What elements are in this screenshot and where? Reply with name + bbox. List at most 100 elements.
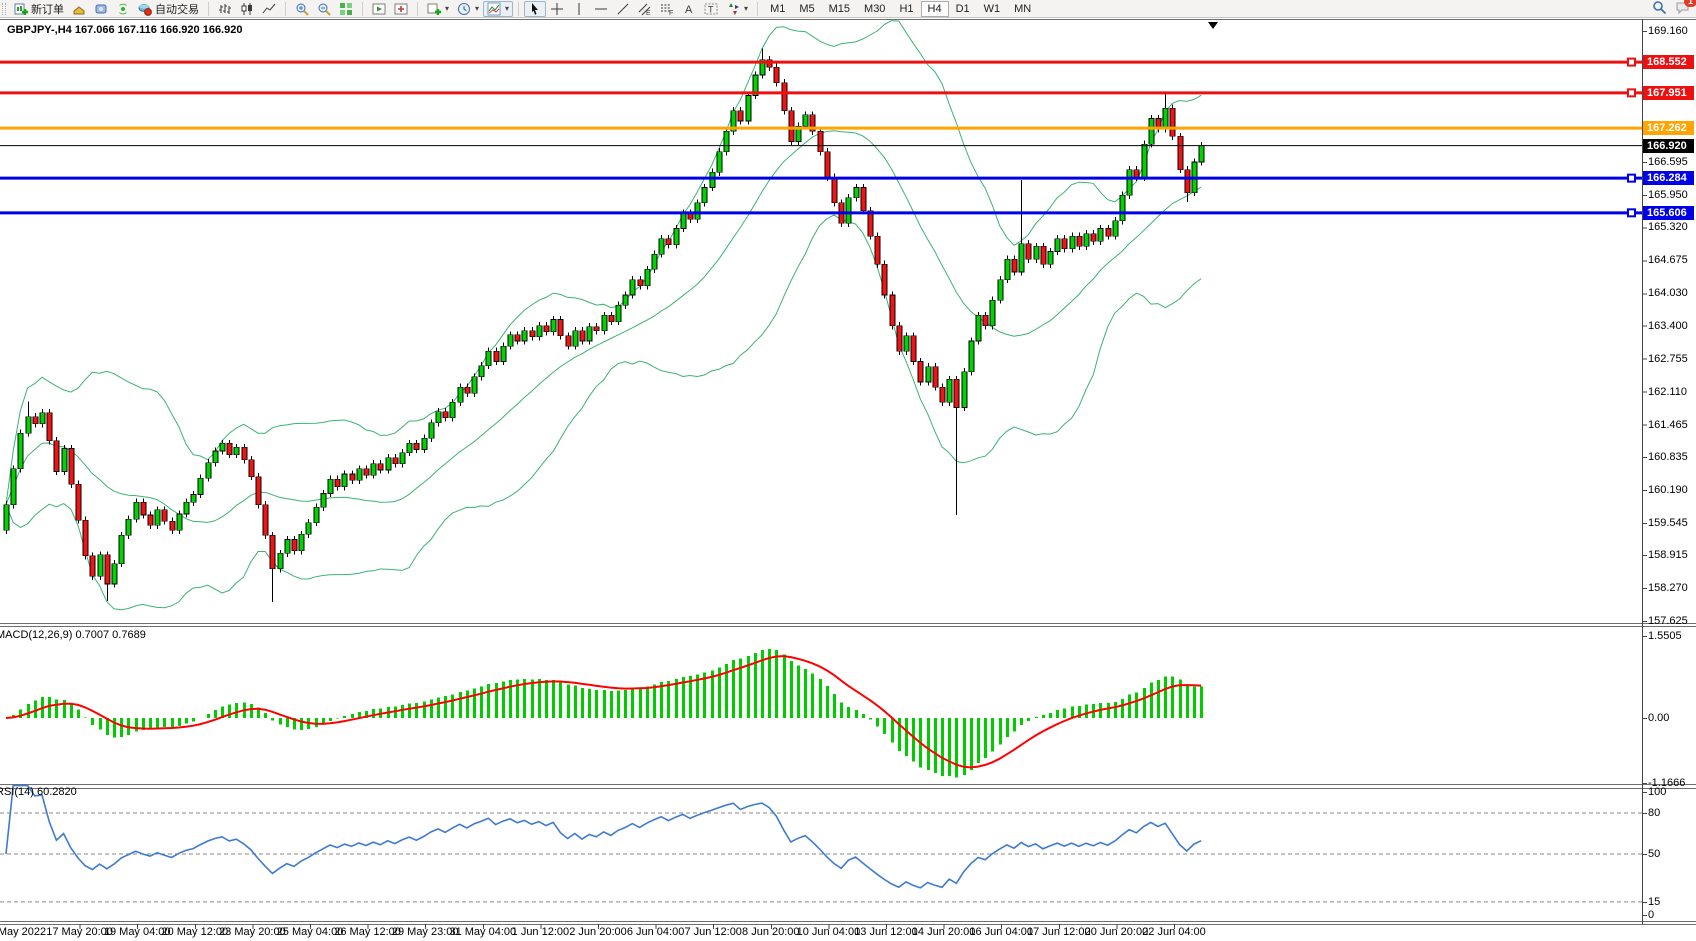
current-price-label: 166.920	[1643, 139, 1694, 153]
trendline-button[interactable]	[612, 1, 634, 17]
svg-text:F: F	[669, 10, 673, 16]
level-line-marker[interactable]	[1628, 89, 1635, 96]
tile-windows-button[interactable]	[335, 1, 357, 17]
zoom-out-button[interactable]	[313, 1, 335, 17]
new-order-button[interactable]: 新订单	[10, 1, 68, 17]
timeframe-m5-button[interactable]: M5	[792, 1, 821, 17]
price-axis-tick: 162.110	[1648, 386, 1696, 399]
arrows-button[interactable]: ▾	[722, 1, 752, 17]
level-line-marker[interactable]	[1628, 59, 1635, 66]
signals-button[interactable]	[112, 1, 134, 17]
toolbar-separator	[518, 2, 519, 16]
price-axis-tick: 160.190	[1648, 484, 1696, 497]
price-axis-tick: 162.755	[1648, 353, 1696, 366]
auto-trading-button-label: 自动交易	[155, 1, 199, 17]
price-axis-tick: 157.625	[1648, 615, 1696, 628]
candlestick-chart-button[interactable]	[236, 1, 258, 17]
bar-chart-button[interactable]	[214, 1, 236, 17]
chevron-down-icon: ▾	[445, 4, 449, 13]
search-icon[interactable]	[1652, 0, 1667, 18]
market-icon	[94, 2, 108, 16]
auto-trading-button[interactable]: 自动交易	[134, 1, 203, 17]
vertical-line-button[interactable]	[568, 1, 590, 17]
level-line-marker[interactable]	[1628, 175, 1635, 182]
horizontal-line-icon	[594, 2, 608, 16]
price-axis-tick: 166.595	[1648, 156, 1696, 169]
add-chart-button[interactable]	[390, 1, 412, 17]
cursor-button[interactable]	[524, 1, 546, 17]
candlestick-chart-icon	[240, 2, 254, 16]
new-chart-button[interactable]: ▾	[423, 1, 453, 17]
profiles-button[interactable]	[68, 1, 90, 17]
macd-histogram	[7, 649, 1202, 778]
timeframe-w1-button[interactable]: W1	[977, 1, 1008, 17]
chart-window[interactable]: 168.515167.870167.225169.160166.595165.9…	[0, 19, 1696, 941]
toolbar-separator	[208, 2, 209, 16]
level-price-label: 165.606	[1643, 206, 1694, 220]
channel-icon: E	[638, 2, 652, 16]
fibonacci-button[interactable]: F	[656, 1, 678, 17]
price-axis-tick: 164.030	[1648, 287, 1696, 300]
level-price-label: 167.262	[1643, 121, 1694, 135]
new-order-icon	[14, 2, 28, 16]
toolbar-separator	[362, 2, 363, 16]
new-order-button-label: 新订单	[31, 1, 64, 17]
main-toolbar: 新订单 自动交易 ▾ ▾ ▾ E F A T ▾ M1M5M15M30H1H4D1W1MN 1	[0, 0, 1696, 18]
line-chart-button[interactable]	[258, 1, 280, 17]
file-group: 新订单 自动交易	[8, 0, 205, 17]
notification-badge: 1	[1684, 0, 1696, 7]
timeframe-h4-button[interactable]: H4	[921, 1, 949, 17]
price-axis-tick: 165.320	[1648, 221, 1696, 234]
rsi-axis-tick: 15	[1648, 896, 1696, 909]
timeframe-m30-button[interactable]: M30	[857, 1, 892, 17]
time-axis-label: 22 Jun 04:00	[1126, 926, 1222, 938]
tools-group: E F A T ▾	[522, 0, 754, 17]
tile-windows-icon	[339, 2, 353, 16]
chat-icon[interactable]: 1	[1675, 0, 1690, 18]
rsi-line	[6, 786, 1201, 888]
zoom-in-button[interactable]	[291, 1, 313, 17]
horizontal-line-button[interactable]	[590, 1, 612, 17]
templates-button[interactable]	[368, 1, 390, 17]
timeframe-d1-button[interactable]: D1	[949, 1, 977, 17]
indicators-button[interactable]: ▾	[483, 1, 513, 17]
price-axis-tick: 158.915	[1648, 549, 1696, 562]
svg-text:A: A	[685, 4, 693, 16]
zoom-out-icon	[317, 2, 331, 16]
vertical-line-icon	[572, 2, 586, 16]
text-label-button[interactable]: T	[700, 1, 722, 17]
trendline-icon	[616, 2, 630, 16]
text-button[interactable]: A	[678, 1, 700, 17]
macd-indicator-label: MACD(12,26,9) 0.7007 0.7689	[0, 629, 146, 641]
chevron-down-icon: ▾	[744, 4, 748, 13]
toolbar-separator	[757, 2, 758, 16]
dropdown-group: ▾ ▾ ▾	[421, 0, 515, 17]
level-line-marker[interactable]	[1628, 209, 1635, 216]
timeframe-m1-button[interactable]: M1	[763, 1, 792, 17]
chevron-down-icon: ▾	[475, 4, 479, 13]
line-chart-icon	[262, 2, 276, 16]
crosshair-button[interactable]	[546, 1, 568, 17]
arrows-icon	[726, 2, 740, 16]
equidistant-channel-button[interactable]: E	[634, 1, 656, 17]
chart-shift-marker[interactable]	[1208, 22, 1218, 29]
chart-canvas[interactable]	[0, 19, 1696, 941]
level-price-label: 166.284	[1643, 171, 1694, 185]
new-chart-icon	[427, 2, 441, 16]
cursor-icon	[528, 2, 542, 16]
timeframe-group: M1M5M15M30H1H4D1W1MN	[761, 0, 1040, 17]
fibonacci-icon: F	[660, 2, 674, 16]
timeframe-mn-button[interactable]: MN	[1007, 1, 1038, 17]
macd-axis-tick: 1.5505	[1648, 630, 1696, 643]
market-watch-button[interactable]	[90, 1, 112, 17]
svg-text:T: T	[708, 4, 714, 14]
macd-axis-tick: 0.00	[1648, 712, 1696, 725]
rsi-axis-tick: 0	[1648, 909, 1696, 922]
signals-icon	[116, 2, 130, 16]
chart-type-group	[212, 0, 282, 17]
periods-button[interactable]: ▾	[453, 1, 483, 17]
timeframe-h1-button[interactable]: H1	[892, 1, 920, 17]
price-axis-tick: 163.400	[1648, 320, 1696, 333]
price-axis-tick: 161.465	[1648, 419, 1696, 432]
timeframe-m15-button[interactable]: M15	[822, 1, 857, 17]
